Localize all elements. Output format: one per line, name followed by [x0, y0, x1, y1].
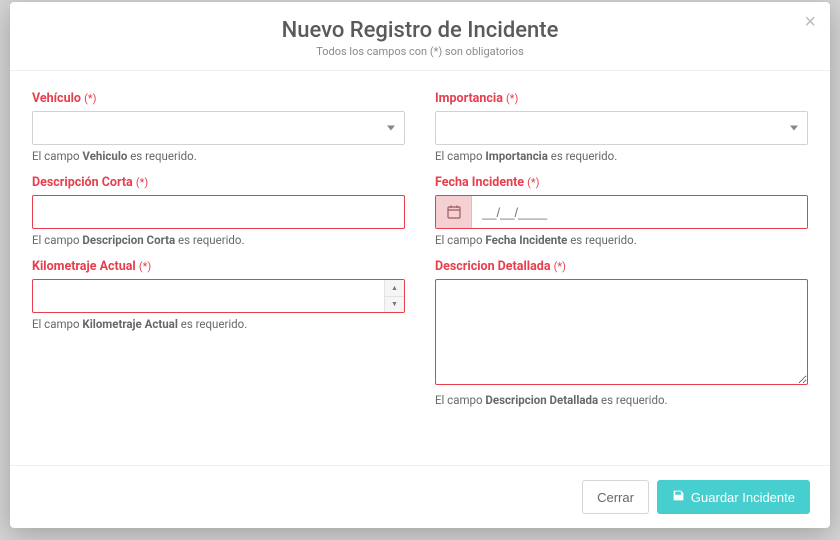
vehicle-select[interactable] — [32, 111, 405, 145]
short-desc-group: Descripción Corta (*) El campo Descripci… — [32, 175, 405, 247]
km-spinner: ▲ ▼ — [384, 280, 404, 312]
importance-select[interactable] — [435, 111, 808, 145]
long-desc-group: Descricion Detallada (*) El campo Descri… — [435, 259, 808, 407]
modal-footer: Cerrar Guardar Incidente — [10, 465, 830, 528]
save-button[interactable]: Guardar Incidente — [657, 480, 810, 514]
modal-subtitle: Todos los campos con (*) son obligatorio… — [30, 45, 810, 58]
date-input[interactable] — [472, 196, 807, 228]
date-label: Fecha Incidente (*) — [435, 175, 808, 190]
incident-modal: × Nuevo Registro de Incidente Todos los … — [10, 2, 830, 528]
close-button[interactable]: Cerrar — [582, 480, 649, 514]
date-error: El campo Fecha Incidente es requerido. — [435, 233, 808, 247]
vehicle-group: Vehículo (*) El campo Vehiculo es requer… — [32, 91, 405, 163]
km-group: Kilometraje Actual (*) ▲ ▼ El campo Kilo… — [32, 259, 405, 331]
close-icon[interactable]: × — [804, 12, 816, 32]
km-error: El campo Kilometraje Actual es requerido… — [32, 317, 405, 331]
vehicle-label: Vehículo (*) — [32, 91, 405, 106]
spinner-up-icon[interactable]: ▲ — [385, 280, 404, 297]
modal-body: Vehículo (*) El campo Vehiculo es requer… — [10, 71, 830, 465]
vehicle-error: El campo Vehiculo es requerido. — [32, 149, 405, 163]
spinner-down-icon[interactable]: ▼ — [385, 297, 404, 313]
save-icon — [672, 489, 685, 505]
short-desc-error: El campo Descripcion Corta es requerido. — [32, 233, 405, 247]
importance-label: Importancia (*) — [435, 91, 808, 106]
short-desc-label: Descripción Corta (*) — [32, 175, 405, 190]
km-label: Kilometraje Actual (*) — [32, 259, 405, 274]
importance-error: El campo Importancia es requerido. — [435, 149, 808, 163]
modal-header: × Nuevo Registro de Incidente Todos los … — [10, 2, 830, 71]
km-input[interactable] — [32, 279, 405, 313]
calendar-icon[interactable] — [436, 196, 472, 228]
importance-group: Importancia (*) El campo Importancia es … — [435, 91, 808, 163]
modal-title: Nuevo Registro de Incidente — [30, 18, 810, 43]
long-desc-label: Descricion Detallada (*) — [435, 259, 808, 274]
long-desc-textarea[interactable] — [435, 279, 808, 385]
short-desc-input[interactable] — [32, 195, 405, 229]
long-desc-error: El campo Descripcion Detallada es requer… — [435, 393, 808, 407]
date-group: Fecha Incidente (*) El campo Fecha Incid… — [435, 175, 808, 247]
